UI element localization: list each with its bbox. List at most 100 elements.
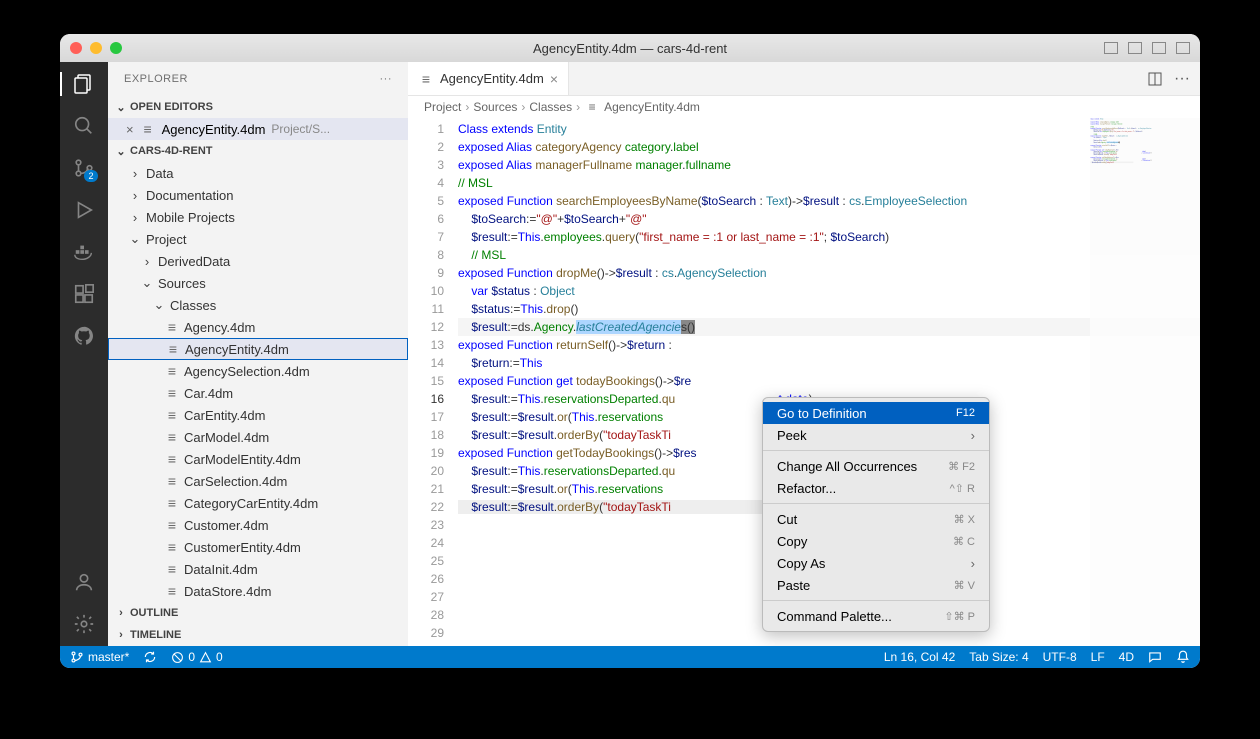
encoding[interactable]: UTF-8 bbox=[1043, 650, 1077, 664]
cursor-position[interactable]: Ln 16, Col 42 bbox=[884, 650, 955, 664]
notifications-icon[interactable] bbox=[1176, 650, 1190, 664]
sync-status[interactable] bbox=[143, 650, 157, 664]
chevron-icon: › bbox=[128, 166, 142, 180]
layout-panel-icon[interactable] bbox=[1104, 42, 1118, 54]
file-item[interactable]: ≡AgencyEntity.4dm bbox=[108, 338, 408, 360]
layout-secondary-icon[interactable] bbox=[1152, 42, 1166, 54]
minimap[interactable]: Class extends Entityexposed Alias catego… bbox=[1090, 118, 1200, 646]
folder-item[interactable]: ›Documentation bbox=[108, 184, 408, 206]
file-tree: ›Data›Documentation›Mobile Projects⌄Proj… bbox=[108, 162, 408, 602]
docker-icon[interactable] bbox=[72, 240, 96, 264]
menu-item[interactable]: Change All Occurrences⌘ F2 bbox=[763, 455, 989, 477]
file-icon: ≡ bbox=[164, 363, 180, 379]
feedback-icon[interactable] bbox=[1148, 650, 1162, 664]
settings-icon[interactable] bbox=[72, 612, 96, 636]
menu-item[interactable]: Copy⌘ C bbox=[763, 530, 989, 552]
file-item[interactable]: ≡Customer.4dm bbox=[108, 514, 408, 536]
folder-item[interactable]: ›Data bbox=[108, 162, 408, 184]
more-icon[interactable]: ··· bbox=[380, 73, 393, 85]
file-icon: ≡ bbox=[164, 429, 180, 445]
file-icon: ≡ bbox=[164, 407, 180, 423]
menu-item[interactable]: Peek› bbox=[763, 424, 989, 446]
file-item[interactable]: ≡CustomerEntity.4dm bbox=[108, 536, 408, 558]
chevron-icon: › bbox=[128, 210, 142, 224]
editor-group: ≡ AgencyEntity.4dm × ··· Project› Source… bbox=[408, 62, 1200, 646]
outline-header[interactable]: › OUTLINE bbox=[108, 602, 408, 624]
eol[interactable]: LF bbox=[1091, 650, 1105, 664]
file-icon: ≡ bbox=[140, 121, 156, 137]
sidebar-header: EXPLORER ··· bbox=[108, 62, 408, 96]
search-icon[interactable] bbox=[72, 114, 96, 138]
menu-item[interactable]: Paste⌘ V bbox=[763, 574, 989, 596]
close-window-button[interactable] bbox=[70, 42, 82, 54]
menu-separator bbox=[763, 450, 989, 451]
file-item[interactable]: ≡AgencySelection.4dm bbox=[108, 360, 408, 382]
explorer-sidebar: EXPLORER ··· ⌄ OPEN EDITORS × ≡ AgencyEn… bbox=[108, 62, 408, 646]
language-mode[interactable]: 4D bbox=[1119, 650, 1134, 664]
menu-separator bbox=[763, 600, 989, 601]
folder-item[interactable]: ›Mobile Projects bbox=[108, 206, 408, 228]
accounts-icon[interactable] bbox=[72, 570, 96, 594]
breadcrumb[interactable]: Project› Sources› Classes› ≡ AgencyEntit… bbox=[408, 96, 1200, 118]
file-item[interactable]: ≡DataStore.4dm bbox=[108, 580, 408, 602]
file-icon: ≡ bbox=[164, 385, 180, 401]
source-control-icon[interactable]: 2 bbox=[72, 156, 96, 180]
menu-separator bbox=[763, 503, 989, 504]
chevron-icon: › bbox=[140, 254, 154, 268]
statusbar: master* 0 0 Ln 16, Col 42 Tab Size: 4 UT… bbox=[60, 646, 1200, 668]
explorer-icon[interactable] bbox=[72, 72, 96, 96]
github-icon[interactable] bbox=[72, 324, 96, 348]
file-item[interactable]: ≡CategoryCarEntity.4dm bbox=[108, 492, 408, 514]
more-actions-icon[interactable]: ··· bbox=[1174, 70, 1190, 88]
window-title: AgencyEntity.4dm — cars-4d-rent bbox=[533, 41, 727, 56]
chevron-down-icon: ⌄ bbox=[114, 144, 128, 158]
file-item[interactable]: ≡DataInit.4dm bbox=[108, 558, 408, 580]
run-debug-icon[interactable] bbox=[72, 198, 96, 222]
titlebar-actions bbox=[1104, 42, 1190, 54]
file-icon: ≡ bbox=[164, 561, 180, 577]
context-menu: Go to DefinitionF12Peek› Change All Occur… bbox=[762, 397, 990, 632]
minimize-window-button[interactable] bbox=[90, 42, 102, 54]
line-numbers: 1234567891011121314151617181920212223242… bbox=[408, 118, 458, 646]
source-control-badge: 2 bbox=[84, 170, 98, 182]
folder-item[interactable]: ⌄Project bbox=[108, 228, 408, 250]
sidebar-title: EXPLORER bbox=[124, 73, 188, 85]
maximize-window-button[interactable] bbox=[110, 42, 122, 54]
folder-item[interactable]: ›DerivedData bbox=[108, 250, 408, 272]
menu-item[interactable]: Refactor...^⇧ R bbox=[763, 477, 989, 499]
tab-size[interactable]: Tab Size: 4 bbox=[969, 650, 1028, 664]
chevron-down-icon: ⌄ bbox=[114, 100, 128, 114]
file-icon: ≡ bbox=[164, 583, 180, 599]
extensions-icon[interactable] bbox=[72, 282, 96, 306]
open-editor-item[interactable]: × ≡ AgencyEntity.4dm Project/S... bbox=[108, 118, 408, 140]
file-icon: ≡ bbox=[164, 451, 180, 467]
workspace-header[interactable]: ⌄ CARS-4D-RENT bbox=[108, 140, 408, 162]
open-editors-header[interactable]: ⌄ OPEN EDITORS bbox=[108, 96, 408, 118]
file-item[interactable]: ≡CarModel.4dm bbox=[108, 426, 408, 448]
menu-item[interactable]: Command Palette...⇧⌘ P bbox=[763, 605, 989, 627]
menu-item[interactable]: Cut⌘ X bbox=[763, 508, 989, 530]
close-icon[interactable]: × bbox=[126, 122, 134, 137]
file-item[interactable]: ≡Agency.4dm bbox=[108, 316, 408, 338]
layout-customize-icon[interactable] bbox=[1176, 42, 1190, 54]
close-tab-icon[interactable]: × bbox=[550, 71, 558, 87]
file-item[interactable]: ≡CarEntity.4dm bbox=[108, 404, 408, 426]
chevron-icon: ⌄ bbox=[152, 298, 166, 312]
timeline-header[interactable]: › TIMELINE bbox=[108, 624, 408, 646]
layout-sidebar-icon[interactable] bbox=[1128, 42, 1142, 54]
folder-item[interactable]: ⌄Classes bbox=[108, 294, 408, 316]
tab-agencyentity[interactable]: ≡ AgencyEntity.4dm × bbox=[408, 62, 569, 95]
folder-item[interactable]: ⌄Sources bbox=[108, 272, 408, 294]
file-icon: ≡ bbox=[164, 473, 180, 489]
split-editor-icon[interactable] bbox=[1148, 72, 1162, 86]
file-item[interactable]: ≡CarModelEntity.4dm bbox=[108, 448, 408, 470]
menu-item[interactable]: Copy As› bbox=[763, 552, 989, 574]
traffic-lights bbox=[70, 42, 122, 54]
chevron-icon: ⌄ bbox=[128, 232, 142, 246]
file-item[interactable]: ≡CarSelection.4dm bbox=[108, 470, 408, 492]
problems-status[interactable]: 0 0 bbox=[171, 650, 222, 664]
file-icon: ≡ bbox=[418, 71, 434, 87]
file-item[interactable]: ≡Car.4dm bbox=[108, 382, 408, 404]
branch-status[interactable]: master* bbox=[70, 650, 129, 664]
menu-item[interactable]: Go to DefinitionF12 bbox=[763, 402, 989, 424]
